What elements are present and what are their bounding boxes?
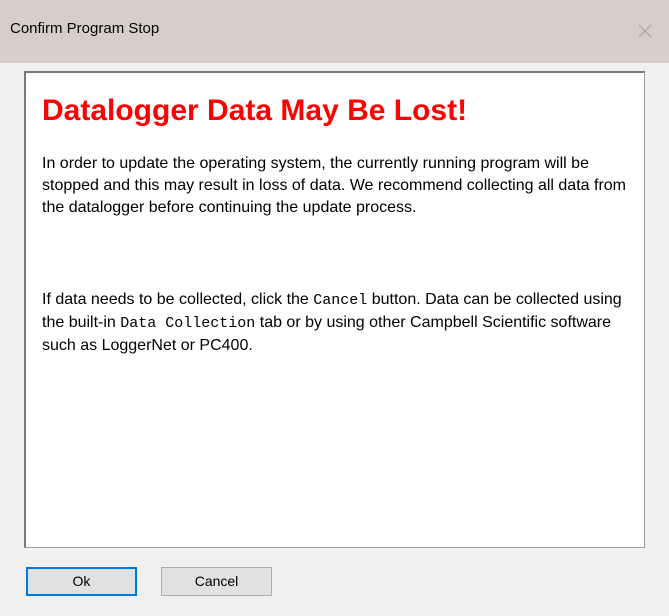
close-icon [638, 24, 652, 38]
message-panel: Datalogger Data May Be Lost! In order to… [24, 71, 645, 548]
close-button[interactable] [623, 0, 669, 63]
message-paragraph-2: If data needs to be collected, click the… [42, 289, 627, 357]
title-bar[interactable]: Confirm Program Stop [0, 0, 669, 63]
cancel-code-text: Cancel [313, 292, 368, 309]
paragraph-2-text-1: If data needs to be collected, click the [42, 291, 314, 308]
data-collection-code-text: Data Collection [120, 315, 256, 332]
window-title: Confirm Program Stop [10, 20, 160, 37]
ok-button[interactable]: Ok [26, 567, 137, 596]
warning-heading: Datalogger Data May Be Lost! [42, 94, 468, 127]
confirm-program-stop-dialog: Confirm Program Stop Datalogger Data May… [0, 0, 669, 616]
message-paragraph-1: In order to update the operating system,… [42, 155, 626, 216]
cancel-button[interactable]: Cancel [161, 567, 272, 596]
